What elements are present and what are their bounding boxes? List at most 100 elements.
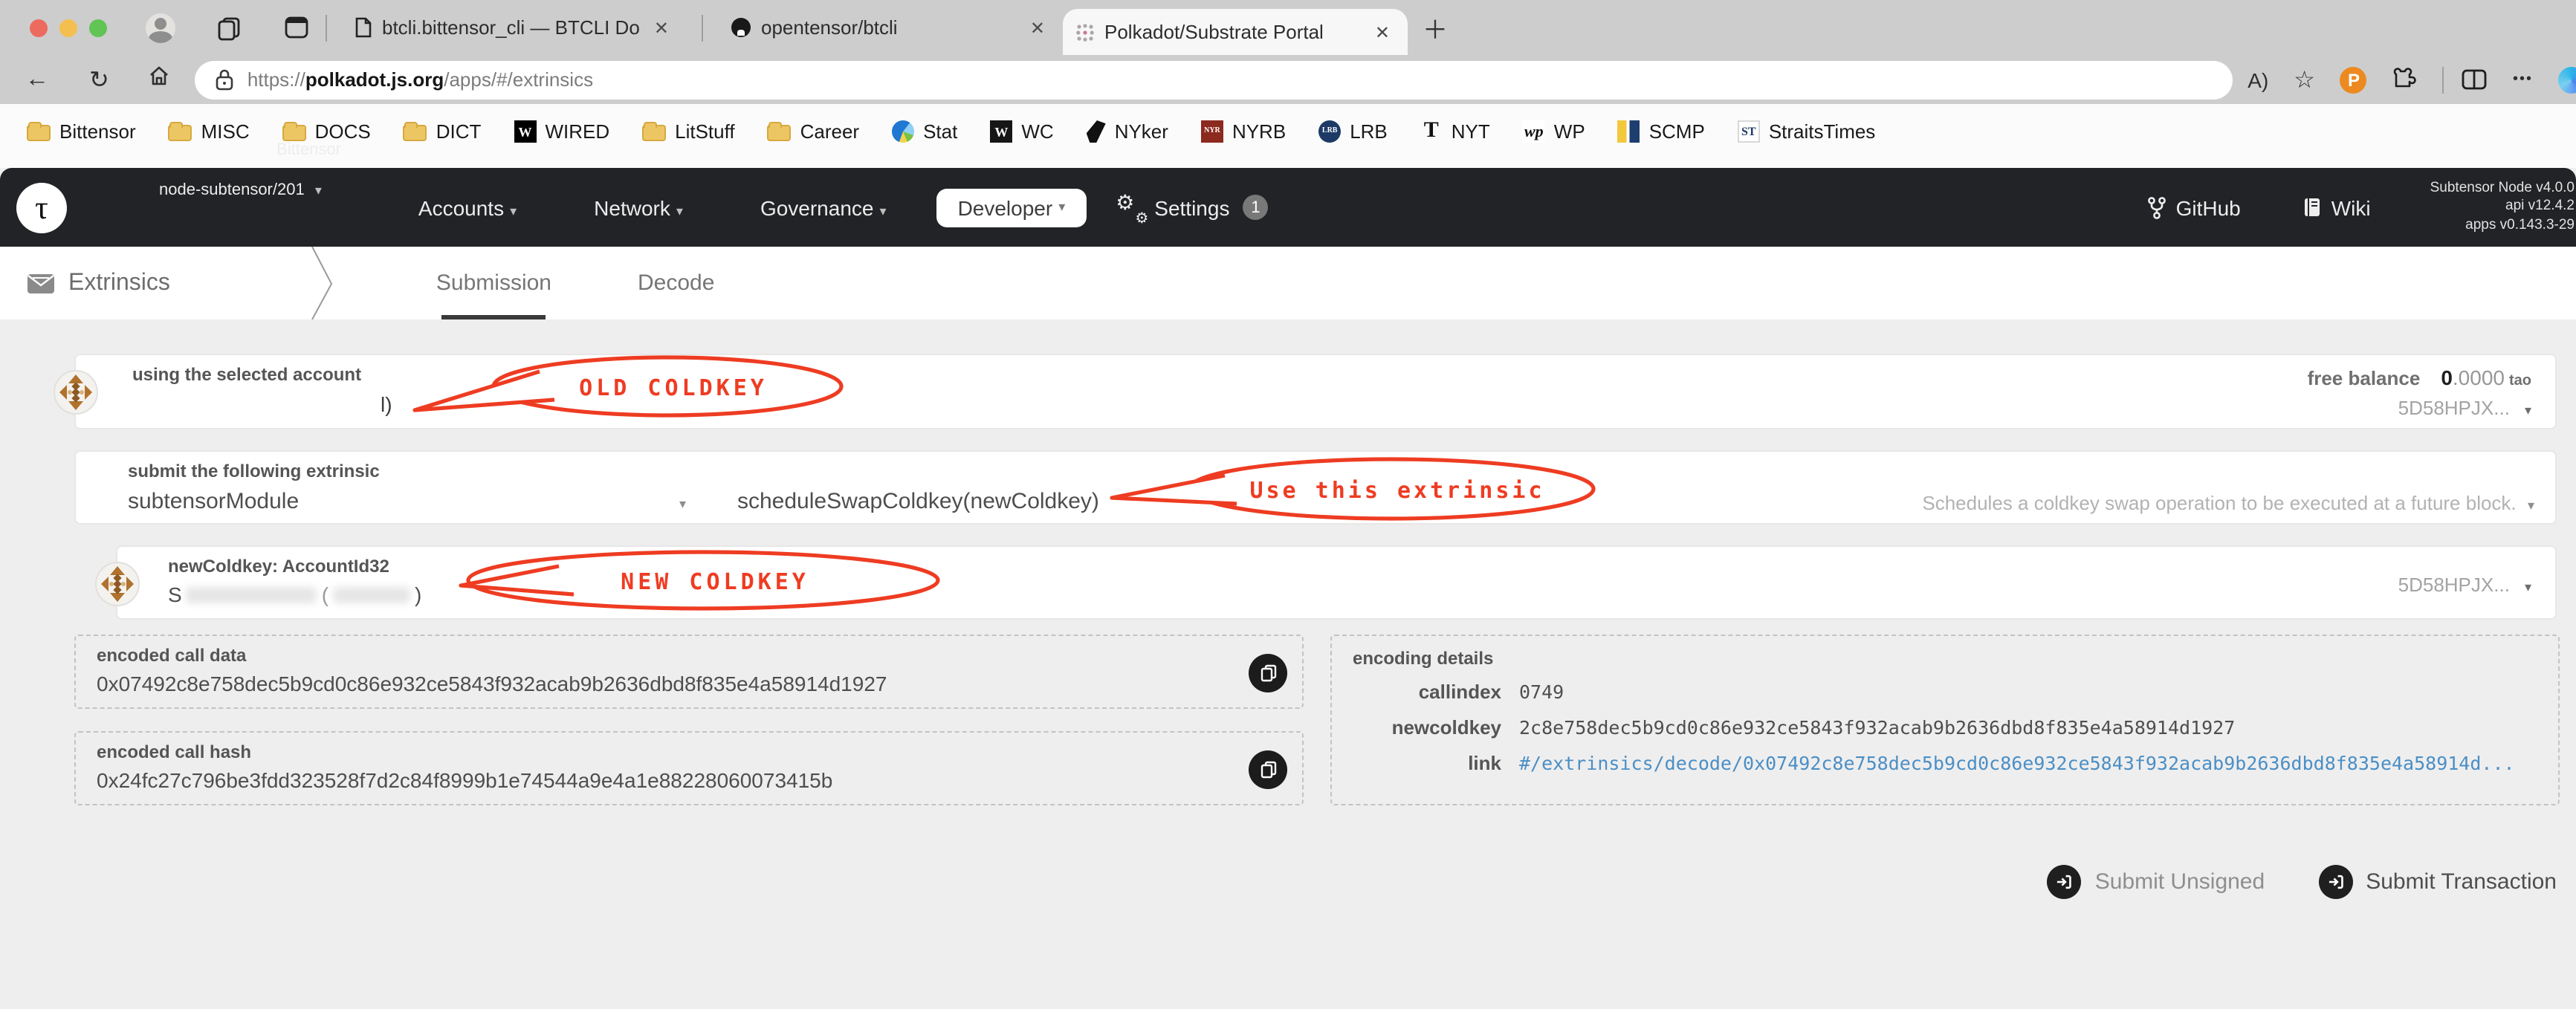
redaction-blur [186,586,317,603]
scmp-icon [1617,120,1640,143]
browser-tab-polkadot-portal[interactable]: Polkadot/Substrate Portal ✕ [1063,9,1408,55]
url-text: https://polkadot.js.org/apps/#/extrinsic… [247,68,593,91]
folder-icon [168,122,192,141]
detail-key: newcoldkey [1391,716,1501,739]
bookmark-folder-dict[interactable]: DICT [403,120,482,143]
browser-tab-opentensor[interactable]: opentensor/btcli ✕ [718,0,1063,55]
module-select[interactable]: subtensorModule [128,489,299,514]
profile-avatar[interactable] [146,13,175,42]
bookmark-label: MISC [201,120,250,143]
chevron-down-icon[interactable]: ▾ [2528,498,2534,513]
annotation-use-extrinsic: Use this extrinsic [1110,457,1596,521]
folder-icon [403,122,427,141]
tab-submission[interactable]: Submission [436,247,551,319]
bookmark-label: SCMP [1648,120,1705,143]
encoded-section: encoded call data 0x07492c8e758dec5b9cd0… [74,635,2560,805]
bookmark-folder-misc[interactable]: MISC [168,120,250,143]
settings-more-button[interactable]: ••• [2513,71,2533,88]
nav-developer[interactable]: Developer ▾ [936,188,1087,227]
folder-icon [767,122,792,141]
node-label: node-subtensor/201 [159,181,305,198]
github-link[interactable]: GitHub [2146,195,2241,219]
copy-call-hash-button[interactable] [1249,750,1287,789]
bookmark-scmp[interactable]: SCMP [1617,120,1705,143]
address-bar[interactable]: https://polkadot.js.org/apps/#/extrinsic… [195,60,2233,99]
browser-tab-btcli-docs[interactable]: btcli.bittensor_cli — BTCLI Docs ✕ [342,0,687,55]
api-version: api v12.4.2 [2505,198,2575,215]
encoded-call-hash-label: encoded call hash [97,742,252,762]
account-select-row[interactable]: using the selected account l) free balan… [54,354,2557,429]
extensions-button[interactable] [2392,67,2418,92]
copy-icon [1260,664,1276,682]
reload-button[interactable]: ↻ [89,65,109,94]
bookmark-folder-bittensor[interactable]: Bittensor [27,120,136,143]
bookmark-lrb[interactable]: LRB LRB [1318,120,1388,143]
zoom-window-button[interactable] [89,19,107,36]
new-tab-button[interactable]: ＋ [1423,9,1448,46]
account-address-dropdown[interactable]: 5D58HPJX... ▾ [2398,397,2531,419]
bookmark-nyrb[interactable]: NYR NYRB [1200,120,1286,143]
newcoldkey-param-row[interactable]: newColdkey: AccountId32 S ( ) 5D58HPJX..… [95,545,2557,620]
bookmark-label: WP [1553,120,1585,143]
bookmark-folder-career[interactable]: Career [767,120,859,143]
method-select[interactable]: scheduleSwapColdkey(newColdkey) [737,489,1099,514]
submit-unsigned-button[interactable]: Submit Unsigned [2047,865,2265,899]
tab-groups-button[interactable] [214,13,244,42]
favorite-star-button[interactable]: ☆ [2294,65,2315,94]
tab-title: opentensor/btcli [761,16,898,39]
split-screen-button[interactable] [2462,68,2488,91]
bookmark-nyt[interactable]: T NYT [1420,119,1490,143]
browser-tabstrip: btcli.bittensor_cli — BTCLI Docs ✕ opent… [0,0,2576,55]
close-tab-icon[interactable]: ✕ [1024,17,1051,38]
encoding-details-box: encoding details callindex 0749 newcoldk… [1330,635,2560,805]
param-label: newColdkey: AccountId32 [168,556,389,577]
close-tab-icon[interactable]: ✕ [1369,22,1396,42]
param-address-dropdown[interactable]: 5D58HPJX... ▾ [2398,574,2531,596]
method-description: Schedules a coldkey swap operation to be… [1922,492,2534,514]
bookmark-label: NYker [1114,120,1168,143]
chevron-down-icon: ▾ [879,203,887,218]
section-title: Extrinsics [27,270,170,296]
tab-decode[interactable]: Decode [638,247,714,319]
nav-accounts[interactable]: Accounts ▾ [418,195,517,219]
wiki-link[interactable]: Wiki [2303,195,2371,219]
tab-title: btcli.bittensor_cli — BTCLI Docs [382,16,639,39]
home-button[interactable] [148,64,172,95]
straitstimes-icon: ST [1737,120,1760,143]
submit-transaction-button[interactable]: Submit Transaction [2318,865,2557,899]
minimize-window-button[interactable] [59,19,77,36]
sidebar-toggle-button[interactable] [282,13,311,42]
close-window-button[interactable] [30,19,48,36]
chevron-down-icon[interactable]: ▾ [679,496,686,513]
method-description-text: Schedules a coldkey swap operation to be… [1922,492,2517,514]
nav-settings[interactable]: ⚙ ⚙ Settings 1 [1116,189,1269,227]
address-short: 5D58HPJX... [2398,574,2510,596]
nav-network[interactable]: Network ▾ [594,195,683,219]
param-identicon [95,562,140,606]
browser-toolbar: ← ↻ https://polkadot.js.org/apps/#/extri… [0,55,2576,104]
free-balance: free balance 0.0000 tao [2308,366,2531,389]
tab-stack-icon [218,16,240,40]
close-tab-icon[interactable]: ✕ [648,17,675,38]
chevron-down-icon: ▾ [314,182,322,197]
polkadot-extension-button[interactable]: P [2340,66,2367,93]
stat-icon [892,120,915,143]
bookmark-wired[interactable]: W WIRED [514,120,609,143]
decode-link[interactable]: #/extrinsics/decode/0x07492c8e758dec5b9c… [1519,752,2515,776]
redaction-blur [333,586,411,603]
bookmark-folder-docs[interactable]: DOCS [282,120,371,143]
bookmark-straitstimes[interactable]: ST StraitsTimes [1737,120,1875,143]
nav-governance[interactable]: Governance ▾ [760,195,887,219]
bookmark-wp[interactable]: wp WP [1522,120,1585,143]
bookmark-label: DICT [436,120,482,143]
bookmark-wc[interactable]: W WC [990,120,1054,143]
bookmark-stat[interactable]: Stat [892,120,957,143]
bookmark-folder-litstuff[interactable]: LitStuff [642,120,735,143]
bookmark-nyker[interactable]: NYker [1086,120,1168,143]
back-button[interactable]: ← [25,66,49,93]
copy-call-data-button[interactable] [1249,654,1287,692]
chain-logo[interactable]: τ [16,182,67,233]
read-aloud-button[interactable]: A) [2247,68,2268,91]
annotation-old-coldkey: OLD COLDKEY [412,355,844,418]
copilot-icon[interactable] [2558,66,2576,93]
